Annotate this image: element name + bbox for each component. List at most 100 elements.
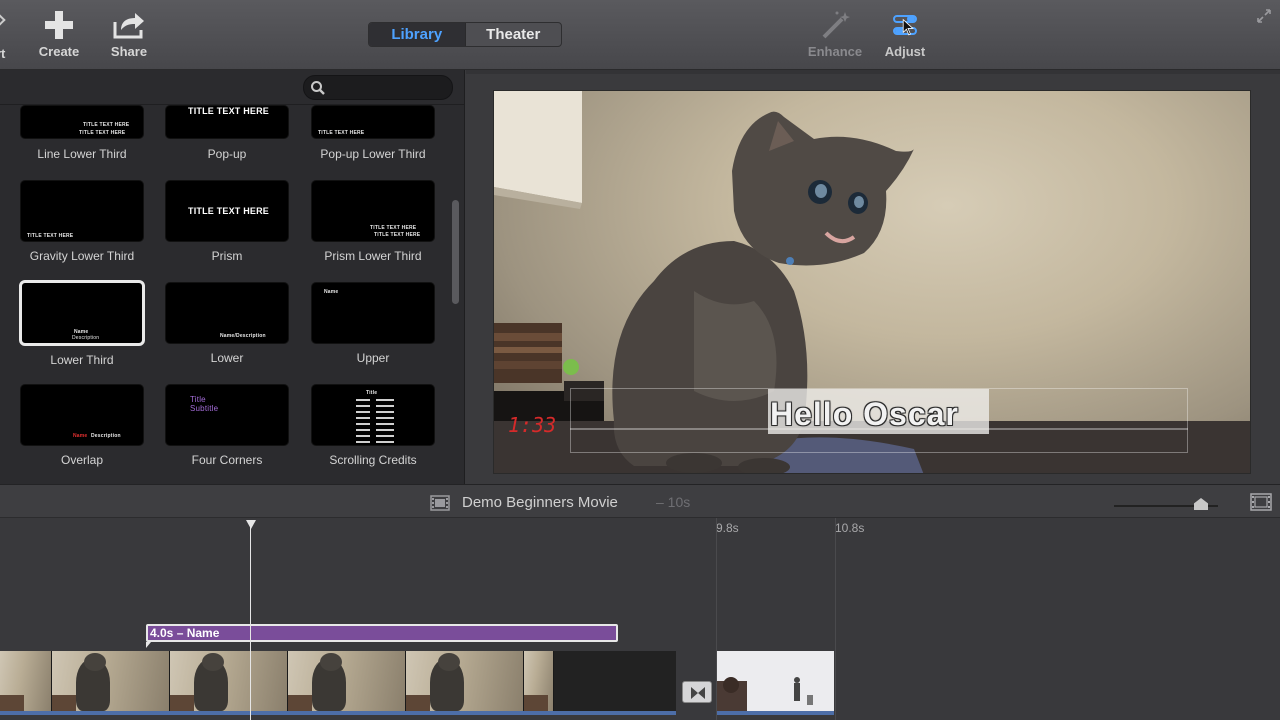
tile-label: Overlap [60, 453, 104, 467]
adjust-button[interactable]: Adjust [870, 10, 940, 59]
tile-label: Pop-up Lower Third [320, 147, 426, 161]
plus-icon [24, 10, 94, 40]
title-tile-line-lower-third[interactable]: TITLE TEXT HERE TITLE TEXT HERE Line Low… [20, 105, 144, 161]
preview-text: Name [73, 433, 88, 439]
title-thumbnail: Title Subtitle [165, 384, 289, 446]
import-button-label[interactable]: rt [0, 46, 5, 61]
preview-text: TITLE TEXT HERE [188, 206, 270, 216]
video-clip[interactable] [0, 651, 676, 713]
title-thumbnail: TITLE TEXT HERE [20, 180, 144, 242]
title-tile-four-corners[interactable]: Title Subtitle Four Corners [165, 384, 289, 467]
create-button[interactable]: Create [24, 10, 94, 59]
zoom-slider-knob[interactable] [1194, 498, 1208, 510]
preview-text: TITLE TEXT HERE [374, 232, 421, 238]
create-label: Create [38, 44, 80, 59]
title-thumbnail: Name/Description [165, 282, 289, 344]
tile-label: Four Corners [191, 453, 263, 467]
tile-label: Line Lower Third [37, 147, 127, 161]
clip-frame [717, 651, 834, 713]
clip-frame [170, 651, 288, 713]
tile-label: Lower Third [50, 353, 114, 367]
title-tile-prism[interactable]: TITLE TEXT HERE Prism [165, 180, 289, 263]
tile-label: Pop-up [207, 147, 247, 161]
title-thumbnail: TITLE TEXT HERE TITLE TEXT HERE [311, 180, 435, 242]
search-icon [311, 81, 325, 95]
title-tile-overlap[interactable]: Name Description Overlap [20, 384, 144, 467]
title-tile-prism-lower-third[interactable]: TITLE TEXT HERE TITLE TEXT HERE Prism Lo… [311, 180, 435, 263]
share-button[interactable]: Share [94, 10, 164, 59]
title-thumbnail: Title [311, 384, 435, 446]
sliders-icon [870, 10, 940, 40]
video-clip-2[interactable] [717, 651, 834, 713]
title-tile-scrolling-credits[interactable]: Title Scrolling Credits [311, 384, 435, 467]
marker-line [835, 518, 836, 720]
clip-appearance-icon[interactable] [1250, 493, 1272, 511]
clip-frame [52, 651, 170, 713]
title-clip[interactable]: 4.0s – Name [146, 624, 618, 642]
title-overlay-text[interactable]: Hello Oscar [770, 396, 959, 433]
share-label: Share [110, 44, 148, 59]
preview-text: TITLE TEXT HERE [83, 122, 130, 128]
fullscreen-icon[interactable] [1256, 8, 1272, 29]
tile-label: Prism [211, 249, 243, 263]
credits-lines [356, 399, 394, 443]
preview-text: TITLE TEXT HERE [370, 225, 417, 231]
audio-waveform-bar [0, 711, 676, 715]
playhead[interactable] [250, 526, 251, 720]
clip-frame [524, 651, 554, 713]
clip-frame [288, 651, 406, 713]
title-tile-upper[interactable]: Name Upper [311, 282, 435, 365]
viewer-toolstrip [466, 70, 1280, 74]
project-title: Demo Beginners Movie [462, 494, 618, 511]
search-input[interactable] [330, 79, 445, 97]
enhance-button[interactable]: Enhance [800, 10, 870, 59]
time-marker: 10.8s [835, 521, 865, 535]
title-thumbnail: Name Description [20, 384, 144, 446]
audio-waveform-bar [717, 711, 834, 715]
playhead-handle[interactable] [246, 520, 256, 529]
preview-text: Name [324, 289, 339, 295]
search-field[interactable] [303, 75, 453, 100]
title-clip-anchor [146, 642, 151, 648]
timeline-header: Demo Beginners Movie – 10s [0, 484, 1280, 518]
tile-label: Prism Lower Third [324, 249, 422, 263]
title-thumbnail: Name [311, 282, 435, 344]
title-thumbnail-selected: Name Description [19, 280, 145, 346]
project-duration: – 10s [656, 494, 691, 510]
transition-button[interactable] [682, 681, 712, 703]
preview-text: TITLE TEXT HERE [318, 130, 365, 136]
clip-frame [406, 651, 524, 713]
film-icon [430, 495, 450, 511]
titles-browser: TITLE TEXT HERE TITLE TEXT HERE Line Low… [0, 70, 465, 484]
tile-label: Lower [210, 351, 244, 365]
title-tile-lower[interactable]: Name/Description Lower [165, 282, 289, 365]
preview-text: Subtitle [190, 404, 219, 413]
preview-text: Description [91, 433, 121, 439]
preview-text: Title [190, 395, 206, 404]
adjust-label: Adjust [884, 44, 926, 59]
title-tile-pop-up[interactable]: TITLE TEXT HERE Pop-up [165, 105, 289, 161]
tile-label: Scrolling Credits [329, 453, 417, 467]
title-thumbnail: TITLE TEXT HERE [165, 180, 289, 242]
preview-text: Name/Description [220, 333, 266, 339]
tile-label: Upper [356, 351, 390, 365]
title-thumbnail: TITLE TEXT HERE [311, 105, 435, 139]
title-tile-gravity-lower-third[interactable]: TITLE TEXT HERE Gravity Lower Third [20, 180, 144, 263]
tab-library[interactable]: Library [369, 23, 466, 46]
time-marker: 9.8s [716, 521, 739, 535]
browser-scrollbar[interactable] [452, 200, 459, 304]
preview-text: TITLE TEXT HERE [27, 233, 74, 239]
clock-display: 1:33 [508, 413, 557, 437]
magic-wand-icon [800, 10, 870, 40]
preview-text: Description [72, 335, 100, 341]
title-thumbnail: TITLE TEXT HERE TITLE TEXT HERE [20, 105, 144, 139]
library-theater-toggle: Library Theater [368, 22, 562, 47]
toolbar: rt Create Share Library Theater Enhance … [0, 0, 1280, 70]
title-tile-lower-third[interactable]: Name Description Lower Third [19, 280, 145, 367]
transition-icon [691, 687, 705, 699]
tab-theater[interactable]: Theater [466, 23, 562, 46]
title-clip-label: 4.0s – Name [150, 626, 220, 640]
enhance-label: Enhance [807, 44, 863, 59]
title-tile-pop-up-lower-third[interactable]: TITLE TEXT HERE Pop-up Lower Third [311, 105, 435, 161]
chevron-icon[interactable] [0, 14, 6, 26]
